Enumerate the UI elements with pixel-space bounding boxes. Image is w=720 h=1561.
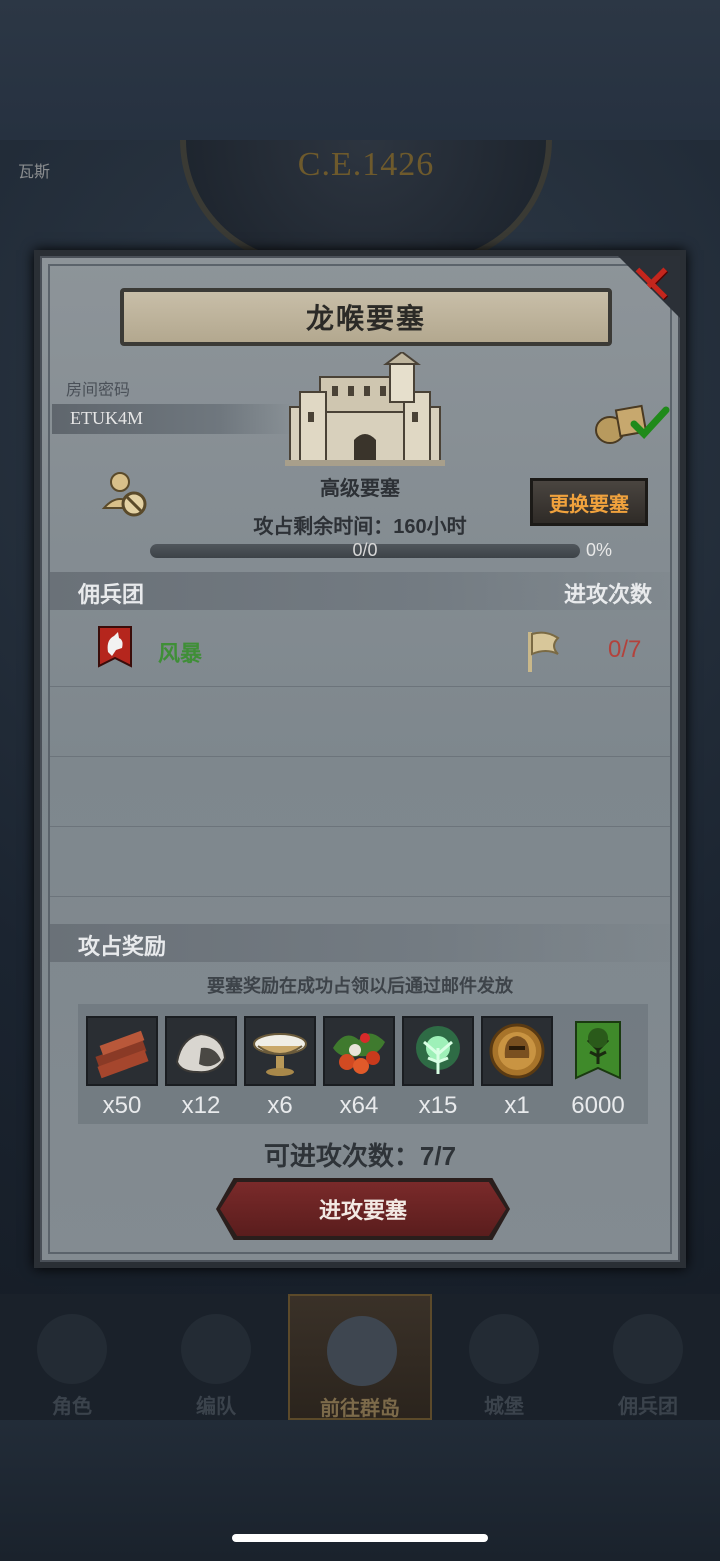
dialog-title: 龙喉要塞 (305, 303, 426, 334)
dish-icon (253, 1033, 307, 1076)
reward-qty: 6000 (571, 1092, 625, 1119)
mercenary-row[interactable]: 风暴 0/7 (50, 618, 670, 687)
nav-label: 佣兵团 (618, 1396, 678, 1418)
attacks-remaining: 可进攻次数：7/7 (263, 1141, 457, 1171)
background-location-label: 瓦斯 (18, 164, 51, 181)
mercenary-section-title: 佣兵团 (78, 582, 145, 607)
ore-icon (175, 1032, 227, 1074)
reward-qty: x6 (267, 1092, 293, 1119)
ship-icon (613, 1314, 683, 1384)
resource-bags-checked-icon (595, 404, 670, 444)
nav-tab-islands[interactable]: 前往群岛 (288, 1294, 432, 1420)
compass-map-icon (327, 1316, 397, 1386)
reward-item[interactable] (86, 1016, 158, 1086)
nav-label: 角色 (52, 1396, 92, 1418)
fortress-dialog: ✕ 龙喉要塞 房间密码 ETUK4M 高级要塞 更换要塞 攻占剩余时间：160小… (34, 250, 686, 1268)
castle-icon (469, 1314, 539, 1384)
reward-list: x50 x12 x6 x64 x15 x1 6000 (78, 1004, 648, 1124)
reward-item[interactable] (481, 1016, 553, 1086)
room-password-label: 房间密码 (66, 382, 131, 399)
armored-knight-icon (181, 1314, 251, 1384)
reward-section-title: 攻占奖励 (78, 934, 167, 959)
home-indicator (232, 1534, 488, 1542)
progress-text: 0/0 (352, 540, 378, 560)
helmet-medal-icon (489, 1023, 545, 1079)
attack-count-header: 进攻次数 (563, 582, 652, 607)
progress-percent: 0% (586, 540, 613, 560)
mercenary-section-header: 佣兵团 进攻次数 (50, 572, 670, 610)
nav-tab-formation[interactable]: 编队 (144, 1294, 288, 1420)
empty-mercenary-slot (50, 826, 670, 897)
guild-banner-icon[interactable] (574, 1020, 622, 1084)
nav-tab-castle[interactable]: 城堡 (432, 1294, 576, 1420)
reward-qty: x15 (418, 1092, 458, 1119)
berries-icon (333, 1033, 385, 1074)
mercenary-name: 风暴 (158, 641, 203, 666)
attack-fortress-label: 进攻要塞 (318, 1198, 407, 1223)
wolf-banner-icon (98, 626, 132, 668)
nav-label: 城堡 (484, 1396, 524, 1418)
reward-item[interactable] (244, 1016, 316, 1086)
flag-icon (528, 631, 560, 672)
reward-qty: x64 (339, 1092, 379, 1119)
attack-fortress-button[interactable]: 进攻要塞 (220, 1182, 506, 1236)
wood-icon (95, 1030, 149, 1079)
room-code: ETUK4M (70, 408, 143, 428)
reward-item[interactable] (402, 1016, 474, 1086)
mercenary-attack-count: 0/7 (608, 636, 642, 663)
top-status-area (0, 0, 720, 140)
capture-time-left: 攻占剩余时间：160小时 (253, 516, 467, 538)
nav-tab-mercenary[interactable]: 佣兵团 (576, 1294, 720, 1420)
reward-qty: x50 (102, 1092, 142, 1119)
bottom-nav: 角色 编队 前往群岛 城堡 佣兵团 (0, 1294, 720, 1420)
title-banner: 龙喉要塞 (120, 288, 612, 346)
era-text: C.E.1426 (297, 146, 435, 183)
reward-qty: x1 (504, 1092, 530, 1119)
nav-tab-character[interactable]: 角色 (0, 1294, 144, 1420)
knight-icon (37, 1314, 107, 1384)
reward-note: 要塞奖励在成功占领以后通过邮件发放 (207, 976, 513, 996)
reward-section-header: 攻占奖励 (50, 924, 670, 962)
room-code-bar: ETUK4M (52, 404, 292, 434)
reward-qty: x12 (181, 1092, 221, 1119)
empty-mercenary-slot (50, 756, 670, 827)
reward-item[interactable] (165, 1016, 237, 1086)
reward-item[interactable] (323, 1016, 395, 1086)
empty-mercenary-slot (50, 686, 670, 757)
spirit-tree-icon (416, 1026, 460, 1074)
nav-label: 前往群岛 (320, 1398, 400, 1420)
nav-label: 编队 (196, 1396, 236, 1418)
capture-progress-bar: 0/0 (150, 540, 580, 560)
fortress-icon (285, 352, 445, 466)
